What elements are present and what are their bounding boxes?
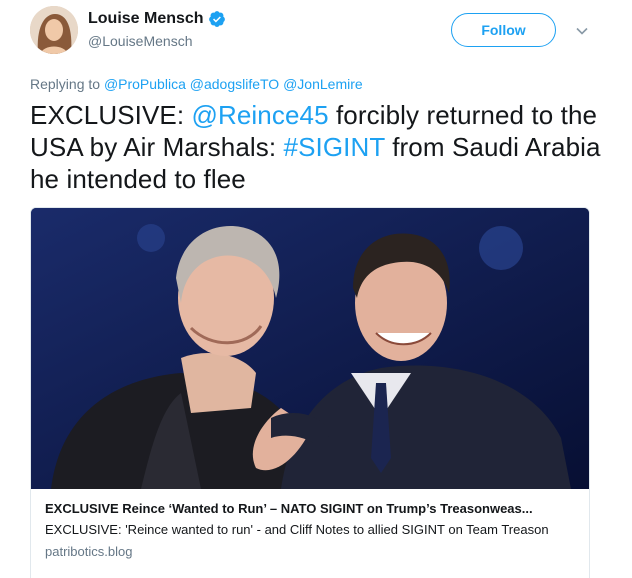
- replying-to: Replying to @ProPublica @adogslifeTO @Jo…: [30, 76, 363, 92]
- card-domain: patribotics.blog: [45, 544, 133, 559]
- tweet-hashtag-sigint[interactable]: #SIGINT: [284, 132, 385, 162]
- tweet-mention-reince45[interactable]: @Reince45: [192, 100, 329, 130]
- link-card[interactable]: EXCLUSIVE Reince ‘Wanted to Run’ – NATO …: [30, 207, 590, 578]
- tweet-text: EXCLUSIVE: @Reince45 forcibly returned t…: [30, 99, 610, 195]
- card-image[interactable]: [31, 208, 589, 489]
- name-row: Louise Mensch: [88, 10, 226, 28]
- reply-mention-jonlemire[interactable]: @JonLemire: [283, 76, 363, 92]
- reply-mention-propublica[interactable]: @ProPublica: [104, 76, 186, 92]
- follow-button[interactable]: Follow: [451, 13, 556, 47]
- reply-mention-adogslifeto[interactable]: @adogslifeTO: [190, 76, 279, 92]
- tweet-text-part: EXCLUSIVE:: [30, 100, 192, 130]
- user-handle[interactable]: @LouiseMensch: [88, 33, 193, 49]
- card-body: EXCLUSIVE Reince ‘Wanted to Run’ – NATO …: [45, 500, 577, 561]
- display-name[interactable]: Louise Mensch: [88, 10, 204, 28]
- replying-to-label: Replying to: [30, 76, 101, 92]
- card-title[interactable]: EXCLUSIVE Reince ‘Wanted to Run’ – NATO …: [45, 500, 577, 518]
- tweet-header: Louise Mensch @LouiseMensch Follow: [30, 6, 610, 58]
- avatar[interactable]: [30, 6, 78, 54]
- chevron-down-icon[interactable]: [573, 22, 591, 40]
- verified-badge-icon: [208, 11, 225, 27]
- card-description: EXCLUSIVE: 'Reince wanted to run' - and …: [45, 522, 549, 537]
